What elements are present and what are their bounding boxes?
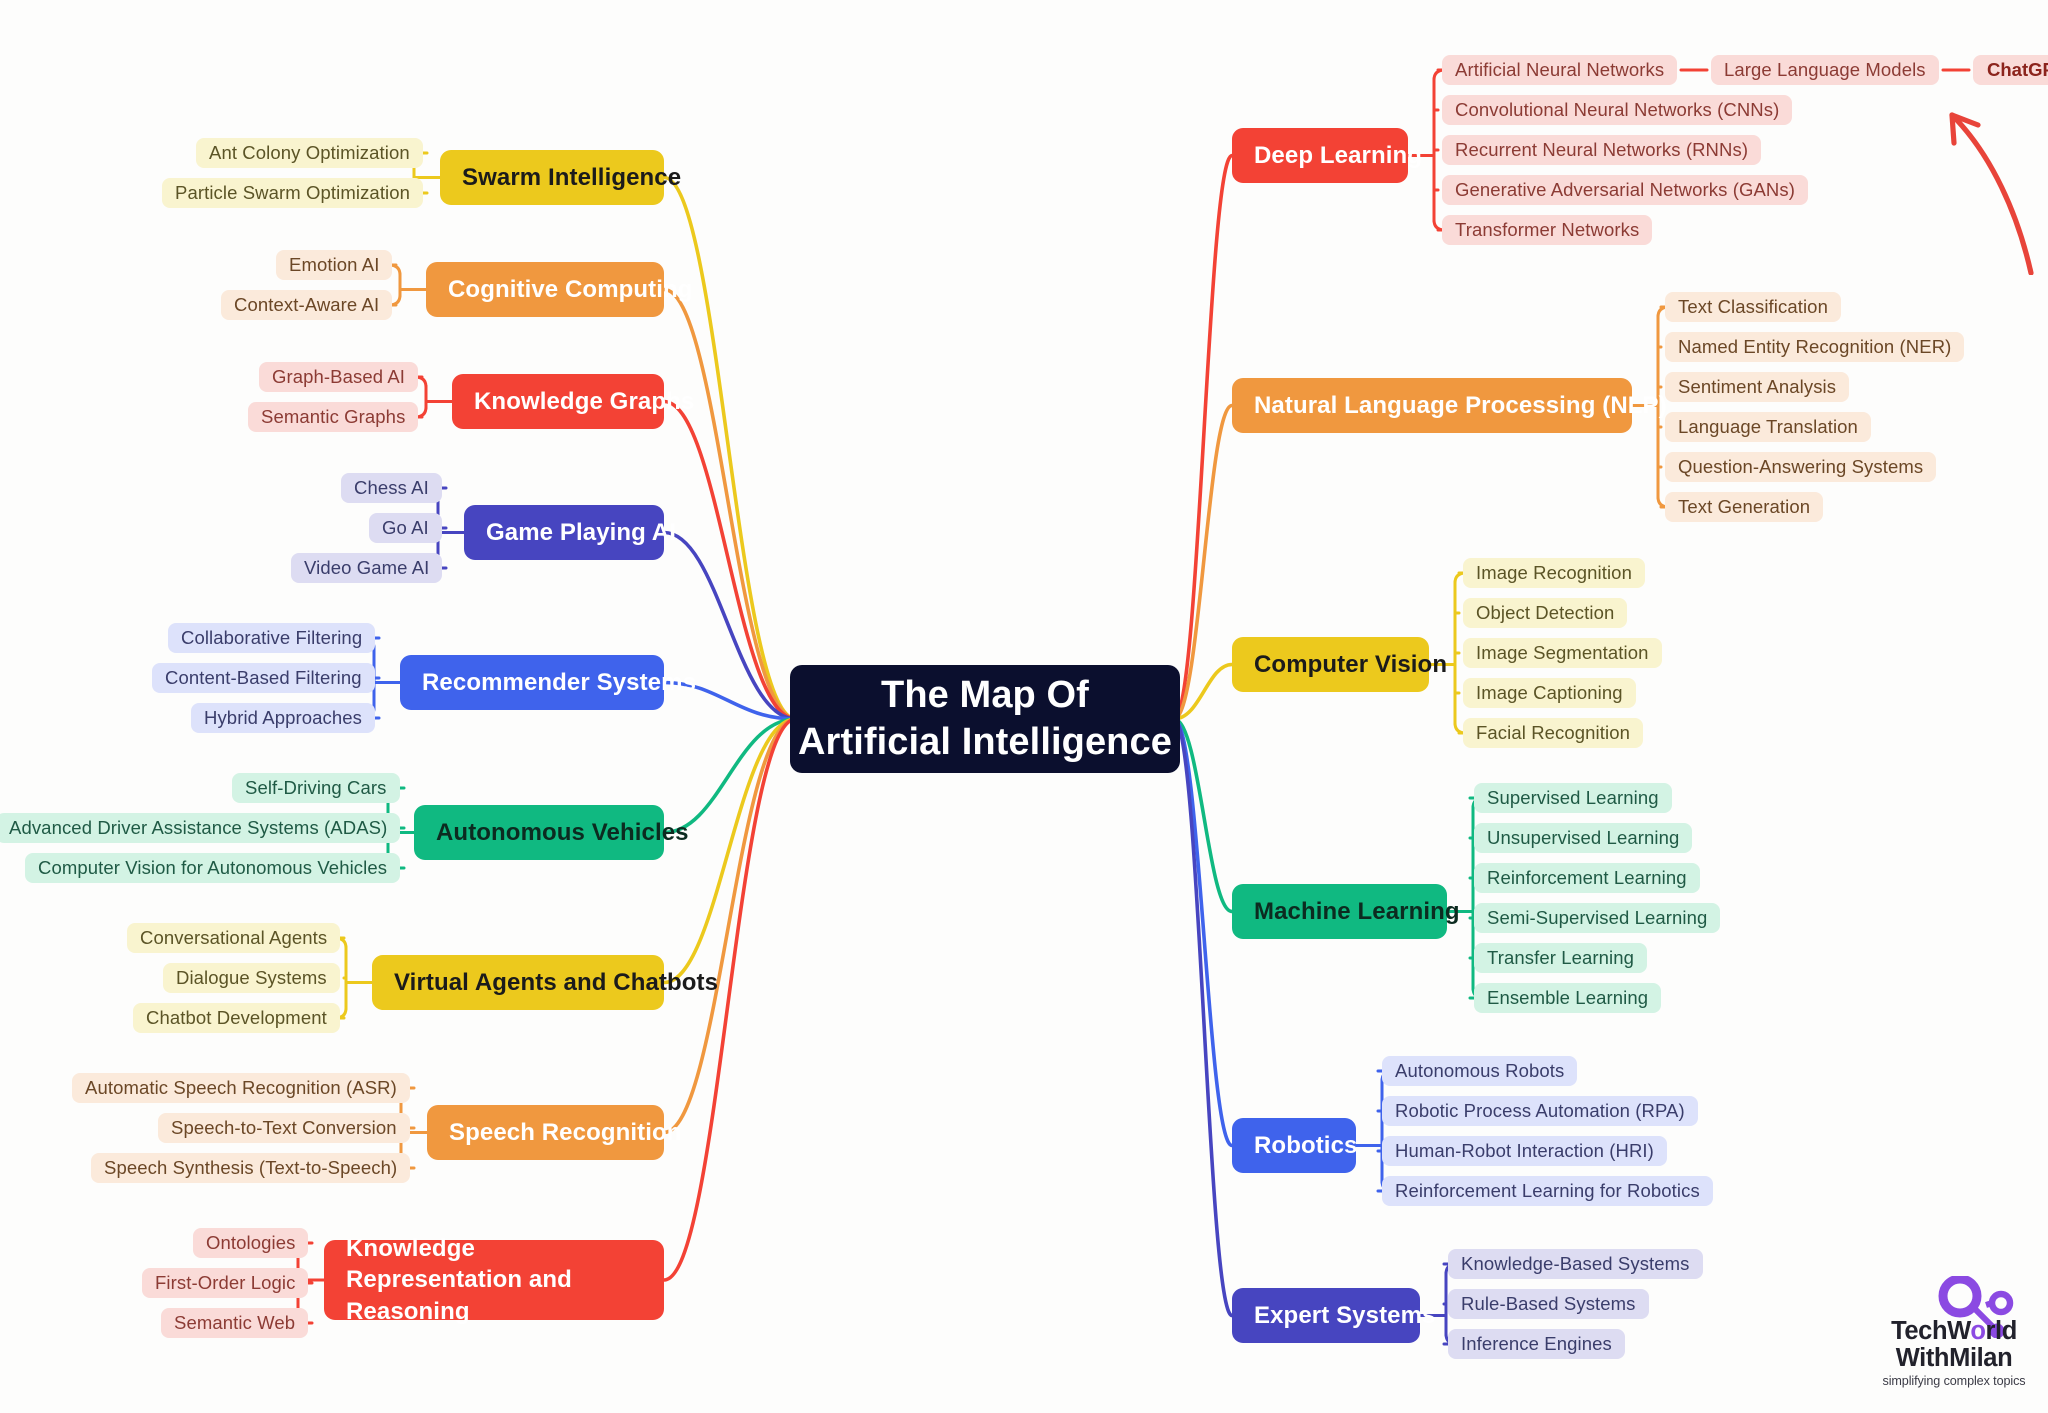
leaf-node[interactable]: Content-Based Filtering xyxy=(152,663,375,693)
leaf-node[interactable]: Rule-Based Systems xyxy=(1448,1289,1649,1319)
leaf-node[interactable]: Artificial Neural Networks xyxy=(1442,55,1678,85)
branch-node-natural-language-processing-nlp[interactable]: Natural Language Processing (NLP) xyxy=(1232,378,1667,433)
leaf-node[interactable]: Video Game AI xyxy=(291,553,443,583)
logo-tagline: simplifying complex topics xyxy=(1882,1374,2026,1388)
leaf-node[interactable]: Context-Aware AI xyxy=(221,290,393,320)
leaf-node[interactable]: Autonomous Robots xyxy=(1382,1056,1578,1086)
leaf-node[interactable]: Semantic Web xyxy=(161,1308,309,1338)
leaf-node[interactable]: Collaborative Filtering xyxy=(168,623,376,653)
leaf-node[interactable]: Ant Colony Optimization xyxy=(196,138,423,168)
brand-logo: TechWorld WithMilan simplifying complex … xyxy=(1874,1276,2034,1400)
leaf-node[interactable]: Sentiment Analysis xyxy=(1665,372,1850,402)
leaf-node[interactable]: Robotic Process Automation (RPA) xyxy=(1382,1096,1698,1126)
leaf-node[interactable]: Object Detection xyxy=(1463,598,1628,628)
leaf-node[interactable]: Convolutional Neural Networks (CNNs) xyxy=(1442,95,1793,125)
leaf-node[interactable]: Emotion AI xyxy=(276,250,393,280)
leaf-node[interactable]: Self-Driving Cars xyxy=(232,773,400,803)
leaf-node[interactable]: Supervised Learning xyxy=(1474,783,1672,813)
branch-node-game-playing-ai[interactable]: Game Playing AI xyxy=(464,505,676,560)
leaf-node[interactable]: Text Generation xyxy=(1665,492,1824,522)
branch-node-deep-learning[interactable]: Deep Learning xyxy=(1232,128,1422,183)
logo-wordmark: TechWorld WithMilan xyxy=(1874,1318,2034,1371)
leaf-node[interactable]: Advanced Driver Assistance Systems (ADAS… xyxy=(0,813,401,843)
branch-node-recommender-systems[interactable]: Recommender Systems xyxy=(400,655,696,710)
leaf-node[interactable]: Transfer Learning xyxy=(1474,943,1648,973)
leaf-node[interactable]: Chatbot Development xyxy=(133,1003,340,1033)
leaf-node[interactable]: Computer Vision for Autonomous Vehicles xyxy=(25,853,401,883)
mindmap-canvas: The Map Of Artificial Intelligence Deep Le… xyxy=(0,0,2048,1413)
leaf-node[interactable]: Transformer Networks xyxy=(1442,215,1653,245)
leaf-node[interactable]: Particle Swarm Optimization xyxy=(162,178,424,208)
leaf-node[interactable]: Named Entity Recognition (NER) xyxy=(1665,332,1965,362)
leaf-node[interactable]: Ensemble Learning xyxy=(1474,983,1662,1013)
branch-node-cognitive-computing[interactable]: Cognitive Computing xyxy=(426,262,692,317)
leaf-node[interactable]: Go AI xyxy=(369,513,442,543)
leaf-node[interactable]: Chess AI xyxy=(341,473,442,503)
leaf-node[interactable]: Ontologies xyxy=(193,1228,309,1258)
leaf-node[interactable]: Unsupervised Learning xyxy=(1474,823,1693,853)
logo-name-line1: TechWorld xyxy=(1891,1317,2017,1345)
leaf-node[interactable]: Recurrent Neural Networks (RNNs) xyxy=(1442,135,1762,165)
root-title-line2: Artificial Intelligence xyxy=(798,721,1172,763)
branch-node-speech-recognition[interactable]: Speech Recognition xyxy=(427,1105,681,1160)
leaf-node[interactable]: Hybrid Approaches xyxy=(191,703,376,733)
leaf-node[interactable]: Reinforcement Learning for Robotics xyxy=(1382,1176,1713,1206)
leaf-node[interactable]: Generative Adversarial Networks (GANs) xyxy=(1442,175,1808,205)
branch-node-machine-learning[interactable]: Machine Learning xyxy=(1232,884,1460,939)
leaf-node[interactable]: Semi-Supervised Learning xyxy=(1474,903,1721,933)
root-title-line1: The Map Of xyxy=(881,673,1089,716)
branch-node-knowledge-graphs[interactable]: Knowledge Graphs xyxy=(452,374,694,429)
branch-node-computer-vision[interactable]: Computer Vision xyxy=(1232,637,1447,692)
branch-node-robotics[interactable]: Robotics xyxy=(1232,1118,1357,1173)
leaf-node[interactable]: Conversational Agents xyxy=(127,923,341,953)
leaf-node[interactable]: Image Recognition xyxy=(1463,558,1645,588)
leaf-node[interactable]: Speech-to-Text Conversion xyxy=(158,1113,410,1143)
leaf-node-large-language-models[interactable]: Large Language Models xyxy=(1711,55,1939,85)
leaf-node[interactable]: Semantic Graphs xyxy=(248,402,419,432)
leaf-node[interactable]: Image Captioning xyxy=(1463,678,1636,708)
leaf-node[interactable]: Inference Engines xyxy=(1448,1329,1625,1359)
branch-node-swarm-intelligence[interactable]: Swarm Intelligence xyxy=(440,150,681,205)
leaf-node[interactable]: Question-Answering Systems xyxy=(1665,452,1937,482)
chatgpt-callout[interactable]: ChatGPT is here! xyxy=(1973,55,2048,85)
leaf-node[interactable]: Image Segmentation xyxy=(1463,638,1662,668)
logo-name-line2: WithMilan xyxy=(1895,1343,2013,1372)
root-node[interactable]: The Map Of Artificial Intelligence xyxy=(790,665,1180,773)
branch-node-autonomous-vehicles[interactable]: Autonomous Vehicles xyxy=(414,805,689,860)
leaf-node[interactable]: Graph-Based AI xyxy=(259,362,419,392)
leaf-node[interactable]: Knowledge-Based Systems xyxy=(1448,1249,1703,1279)
branch-node-expert-systems[interactable]: Expert Systems xyxy=(1232,1288,1435,1343)
leaf-node[interactable]: Reinforcement Learning xyxy=(1474,863,1700,893)
branch-node-knowledge-representation-and-reasoning[interactable]: Knowledge Representation and Reasoning xyxy=(324,1235,664,1325)
leaf-node[interactable]: First-Order Logic xyxy=(142,1268,309,1298)
leaf-node[interactable]: Speech Synthesis (Text-to-Speech) xyxy=(91,1153,411,1183)
annotation-arrow-icon xyxy=(1949,112,2034,275)
leaf-node[interactable]: Human-Robot Interaction (HRI) xyxy=(1382,1136,1667,1166)
leaf-node[interactable]: Facial Recognition xyxy=(1463,718,1643,748)
leaf-node[interactable]: Dialogue Systems xyxy=(163,963,340,993)
branch-node-virtual-agents-and-chatbots[interactable]: Virtual Agents and Chatbots xyxy=(372,955,718,1010)
leaf-node[interactable]: Automatic Speech Recognition (ASR) xyxy=(72,1073,410,1103)
leaf-node[interactable]: Language Translation xyxy=(1665,412,1871,442)
leaf-node[interactable]: Text Classification xyxy=(1665,292,1841,322)
